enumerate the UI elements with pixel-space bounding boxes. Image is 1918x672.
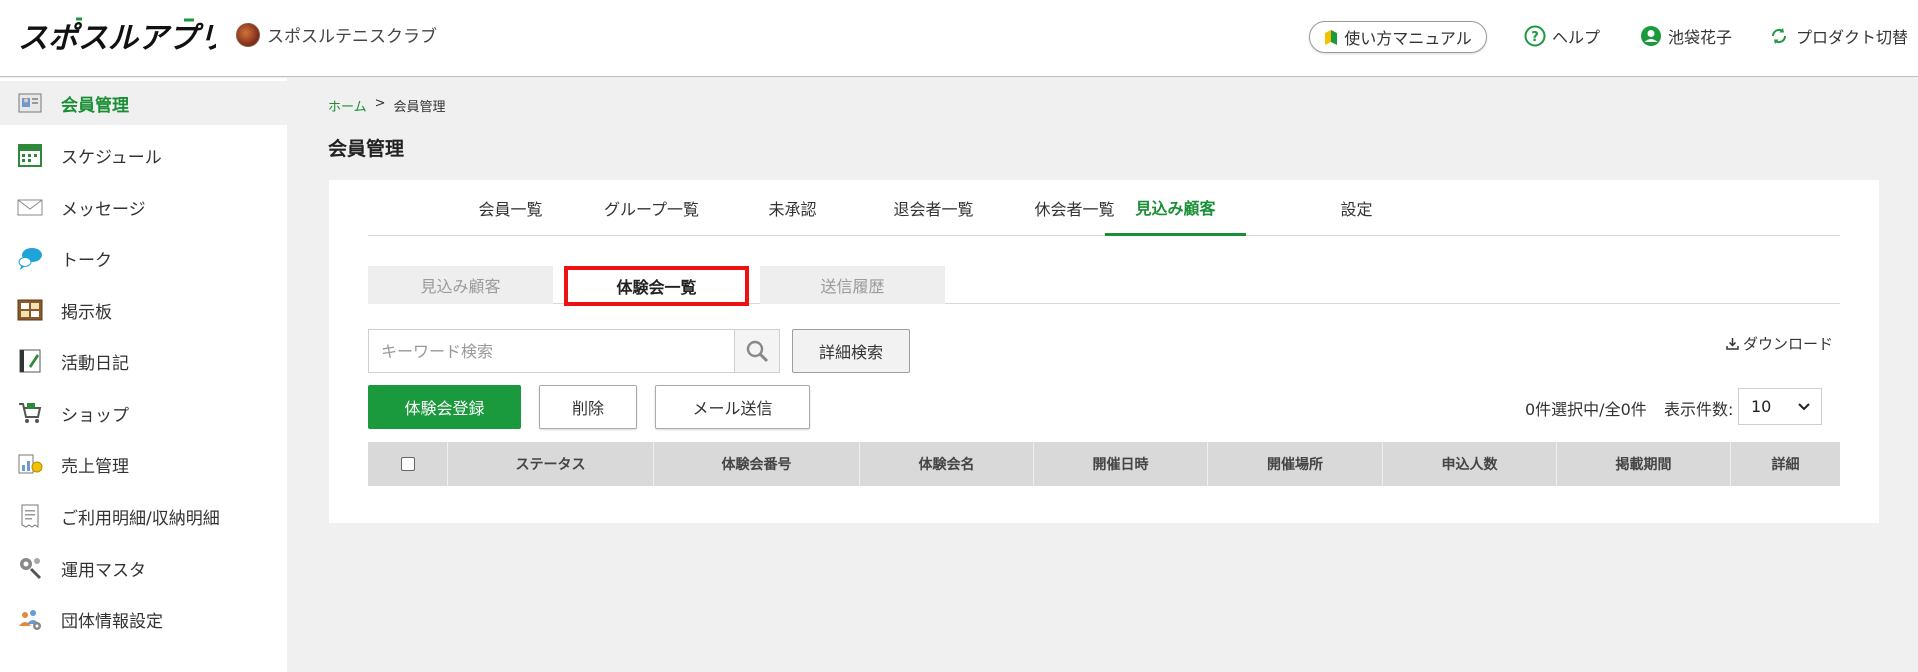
sales-chart-icon [16, 450, 44, 478]
search-icon [746, 340, 769, 363]
sidebar-item-member[interactable]: 会員管理 [0, 81, 287, 125]
user-name: 池袋花子 [1668, 28, 1733, 47]
manual-button[interactable]: 使い方マニュアル [1309, 21, 1487, 53]
help-label: ヘルプ [1552, 28, 1601, 47]
sidebar-item-label: トーク [61, 250, 112, 271]
club-name: スポスルテニスクラブ [267, 27, 437, 47]
delete-button[interactable]: 削除 [539, 385, 637, 429]
refresh-arrows-icon [1768, 25, 1790, 47]
column-header: 詳細 [1771, 457, 1800, 473]
user-menu[interactable]: 池袋花子 [1640, 24, 1732, 48]
download-link[interactable]: ダウンロード [1726, 333, 1833, 354]
group-settings-icon [16, 605, 44, 633]
breadcrumb: ホーム > 会員管理 [328, 96, 446, 115]
breadcrumb-home-link[interactable]: ホーム [328, 96, 367, 115]
per-page-value: 10 [1751, 397, 1772, 416]
page-title: 会員管理 [328, 138, 405, 160]
chat-bubble-icon [16, 244, 44, 272]
register-trial-button[interactable]: 体験会登録 [368, 385, 521, 429]
help-link[interactable]: ? ヘルプ [1524, 24, 1600, 48]
manual-label: 使い方マニュアル [1344, 29, 1472, 48]
download-label: ダウンロード [1743, 335, 1834, 353]
svg-text:スポスルアプリ: スポスルアプリ [18, 21, 216, 56]
breadcrumb-separator: > [374, 96, 386, 111]
subtab-trial-sessions[interactable]: 体験会一覧 [564, 266, 749, 306]
sidebar-item-billing[interactable]: ご利用明細/収納明細 [0, 494, 287, 538]
club-switcher[interactable]: スポスルテニスクラブ [236, 22, 437, 47]
sidebar-item-message[interactable]: メッセージ [0, 185, 287, 229]
sub-tabs: 見込み顧客 体験会一覧 送信履歴 [368, 266, 1840, 306]
column-header[interactable]: 体験会名 [860, 442, 1034, 486]
search-box [368, 329, 780, 373]
select-all-checkbox[interactable] [400, 457, 415, 471]
sidebar-item-master[interactable]: 運用マスタ [0, 546, 287, 590]
wrench-gear-icon [16, 554, 44, 582]
column-header[interactable]: 開催場所 [1208, 442, 1383, 486]
sidebar-item-sales[interactable]: 売上管理 [0, 442, 287, 486]
sidebar-item-talk[interactable]: トーク [0, 236, 287, 280]
download-icon [1726, 338, 1739, 350]
beginner-mark-icon [1325, 30, 1338, 45]
content-panel: 会員一覧 グループ一覧 未承認 退会者一覧 休会者一覧 見込み顧客 設定 見込み… [329, 180, 1879, 523]
column-header[interactable]: 体験会番号 [654, 442, 860, 486]
main-tabs: 会員一覧 グループ一覧 未承認 退会者一覧 休会者一覧 見込み顧客 設定 [368, 180, 1840, 236]
sidebar-item-label: 会員管理 [61, 95, 129, 116]
column-header[interactable]: 掲載期間 [1557, 442, 1731, 486]
question-circle-icon: ? [1524, 25, 1546, 47]
tab-group-list[interactable]: グループ一覧 [581, 180, 722, 236]
send-mail-button[interactable]: メール送信 [655, 385, 810, 429]
sidebar-item-label: 売上管理 [61, 456, 129, 477]
notebook-icon [16, 347, 44, 375]
sidebar-item-label: ショップ [61, 405, 129, 426]
logo-wordmark-icon: スポスルアプリ [18, 17, 216, 56]
app-header: スポスルアプリ スポスルテニスクラブ 使い方マニュアル ? ヘルプ 池袋花子 プ… [0, 0, 1918, 77]
breadcrumb-current: 会員管理 [393, 100, 446, 115]
product-switch-link[interactable]: プロダクト切替 [1768, 24, 1908, 48]
sidebar: 会員管理 スケジュール メッセージ トーク 掲示板 活動日記 ショップ 売上管理… [0, 78, 287, 672]
product-switch-label: プロダクト切替 [1796, 28, 1909, 47]
chevron-down-icon [1798, 403, 1810, 411]
table-header: ステータス 体験会番号 体験会名 開催日時 開催場所 申込人数 掲載期間 詳細 [368, 442, 1840, 486]
sidebar-item-label: ご利用明細/収納明細 [61, 508, 220, 529]
tab-unapproved[interactable]: 未承認 [722, 180, 863, 236]
search-input[interactable] [369, 330, 735, 372]
column-header[interactable]: ステータス [448, 442, 654, 486]
select-all-cell [368, 442, 448, 486]
member-card-icon [16, 89, 44, 117]
receipt-icon [16, 502, 44, 530]
sidebar-item-bulletin[interactable]: 掲示板 [0, 288, 287, 332]
column-header[interactable]: 開催日時 [1034, 442, 1208, 486]
sidebar-item-group-settings[interactable]: 団体情報設定 [0, 597, 287, 641]
selection-count: 0件選択中/全0件 [1525, 400, 1647, 419]
tab-withdrawn-list[interactable]: 退会者一覧 [863, 180, 1004, 236]
bulletin-board-icon [16, 296, 44, 324]
sidebar-item-label: メッセージ [61, 199, 146, 220]
per-page-label: 表示件数: [1664, 400, 1734, 419]
detail-search-button[interactable]: 詳細検索 [792, 329, 910, 373]
calendar-icon [16, 141, 44, 169]
sidebar-item-schedule[interactable]: スケジュール [0, 133, 287, 177]
shopping-cart-icon [16, 399, 44, 427]
app-logo[interactable]: スポスルアプリ [16, 14, 216, 60]
user-avatar-icon [1640, 25, 1662, 47]
search-button[interactable] [734, 330, 779, 372]
tab-member-list[interactable]: 会員一覧 [440, 180, 581, 236]
sidebar-item-label: 運用マスタ [61, 560, 146, 581]
envelope-icon [16, 193, 44, 221]
per-page-select[interactable]: 10 [1738, 388, 1822, 425]
subtab-send-history[interactable]: 送信履歴 [760, 266, 945, 304]
sidebar-item-label: スケジュール [61, 147, 162, 168]
sidebar-item-label: 掲示板 [61, 302, 112, 323]
club-avatar [236, 22, 260, 47]
tab-settings[interactable]: 設定 [1286, 180, 1427, 236]
sidebar-item-diary[interactable]: 活動日記 [0, 339, 287, 383]
sidebar-item-label: 活動日記 [61, 353, 129, 374]
tab-prospects[interactable]: 見込み顧客 [1105, 180, 1246, 236]
svg-text:?: ? [1531, 30, 1539, 45]
sidebar-item-label: 団体情報設定 [61, 611, 163, 632]
column-header[interactable]: 申込人数 [1383, 442, 1557, 486]
sidebar-item-shop[interactable]: ショップ [0, 391, 287, 435]
subtab-prospects[interactable]: 見込み顧客 [368, 266, 553, 304]
